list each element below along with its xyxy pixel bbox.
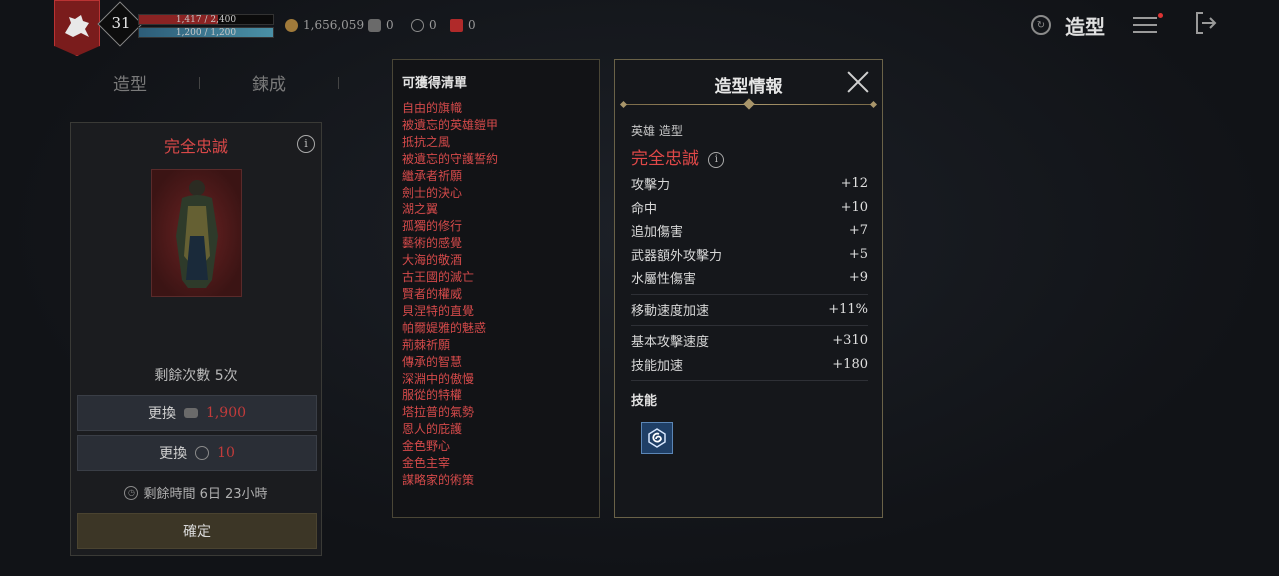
mode-label: 造型 bbox=[1065, 14, 1105, 39]
tab-divider bbox=[338, 76, 339, 89]
skill-label: 技能 bbox=[631, 394, 658, 409]
crest-currency: 0 bbox=[411, 18, 437, 32]
list-item: 古王國的滅亡 bbox=[402, 270, 475, 285]
list-item: 金色主宰 bbox=[402, 456, 451, 471]
list-item: 被遺忘的守護誓約 bbox=[402, 151, 499, 166]
list-item: 服從的特權 bbox=[402, 388, 463, 403]
exchange-button-crest[interactable]: 更換 10 bbox=[77, 435, 317, 471]
level-number: 31 bbox=[111, 14, 131, 32]
confirm-button[interactable]: 確定 bbox=[77, 513, 317, 549]
outfit-card: 完全忠誠 i 剩餘次數 5次 更換 1,900 更換 10 ◷ 剩餘時間 6日 … bbox=[70, 122, 322, 556]
divider bbox=[631, 325, 868, 326]
remaining-time-text: 剩餘時間 6日 23小時 bbox=[143, 487, 268, 502]
stat-row: 追加傷害 +7 bbox=[631, 223, 868, 241]
hp-bar: 1,417 / 2,400 bbox=[138, 14, 274, 25]
list-item: 孤獨的修行 bbox=[402, 219, 463, 234]
divider bbox=[631, 380, 868, 381]
stat-row: 命中 +10 bbox=[631, 199, 868, 217]
top-right-controls: ↻ 造型 bbox=[1031, 10, 1219, 40]
hp-text: 1,417 / 2,400 bbox=[175, 15, 237, 25]
stat-row: 武器額外攻擊力 +5 bbox=[631, 246, 868, 264]
obtainable-list: 自由的旗幟 被遺忘的英雄鎧甲 抵抗之風 被遺忘的守護誓約 繼承者祈願 劍士的決心… bbox=[402, 100, 498, 489]
gem-value: 0 bbox=[468, 18, 476, 32]
crest-token-icon bbox=[411, 18, 424, 32]
outfit-name-text: 完全忠誠 bbox=[631, 149, 699, 169]
obtainable-list-title: 可獲得清單 bbox=[402, 76, 468, 91]
remaining-uses: 剩餘次數 5次 bbox=[154, 368, 238, 384]
divider bbox=[631, 293, 868, 295]
feather-token-icon bbox=[368, 18, 381, 32]
stat-row: 攻擊力 +12 bbox=[631, 176, 868, 194]
exchange-cost: 1,900 bbox=[205, 405, 247, 421]
outfit-mode-icon[interactable]: ↻ bbox=[1031, 15, 1051, 35]
exchange-button-feather[interactable]: 更換 1,900 bbox=[77, 395, 317, 431]
list-item: 劍士的決心 bbox=[402, 185, 463, 200]
list-item: 被遺忘的英雄鎧甲 bbox=[402, 117, 499, 132]
stat-row: 基本攻擊速度 +310 bbox=[631, 333, 868, 351]
list-item: 大海的敬酒 bbox=[402, 253, 463, 268]
stat-row: 技能加速 +180 bbox=[631, 356, 868, 374]
list-item: 荊棘祈願 bbox=[402, 337, 451, 352]
tab-outfit[interactable]: 造型 bbox=[70, 70, 190, 95]
list-item: 謀略家的術策 bbox=[402, 472, 475, 487]
stat-row: 水屬性傷害 +9 bbox=[631, 270, 868, 288]
obtainable-list-panel: 可獲得清單 自由的旗幟 被遺忘的英雄鎧甲 抵抗之風 被遺忘的守護誓約 繼承者祈願… bbox=[392, 59, 600, 518]
gold-coin-icon bbox=[285, 18, 298, 32]
list-item: 深淵中的傲慢 bbox=[402, 371, 475, 386]
list-item: 繼承者祈願 bbox=[402, 168, 463, 183]
close-icon[interactable] bbox=[846, 70, 870, 94]
mp-text: 1,200 / 1,200 bbox=[175, 28, 237, 38]
info-panel-title: 造型情報 bbox=[714, 77, 783, 97]
list-item: 抵抗之風 bbox=[402, 134, 451, 149]
outfit-card-title: 完全忠誠 bbox=[163, 137, 228, 156]
stat-row: 移動速度加速 +11% bbox=[631, 301, 868, 319]
outfit-name: 完全忠誠 i bbox=[631, 144, 725, 169]
clock-icon: ◷ bbox=[124, 485, 139, 500]
feather-value: 0 bbox=[386, 18, 394, 32]
exchange-cost: 10 bbox=[217, 445, 235, 461]
gem-currency: 0 bbox=[450, 18, 476, 32]
info-icon[interactable]: i bbox=[708, 152, 725, 168]
outfit-info-panel: 造型情報 英雄 造型 完全忠誠 i 攻擊力 +12 命中 +10 追加傷害 +7 武器… bbox=[614, 59, 883, 518]
list-item: 恩人的庇護 bbox=[402, 422, 463, 437]
notification-dot bbox=[1158, 13, 1163, 18]
gold-currency: 1,656,059 bbox=[285, 18, 364, 32]
gold-value: 1,656,059 bbox=[303, 18, 365, 32]
crest-value: 0 bbox=[429, 18, 437, 32]
outfit-portrait bbox=[151, 169, 242, 297]
exit-icon[interactable] bbox=[1193, 10, 1219, 40]
list-item: 自由的旗幟 bbox=[402, 101, 463, 115]
list-item: 賢者的權威 bbox=[402, 286, 463, 301]
feather-token-icon bbox=[183, 408, 198, 418]
stats-list: 攻擊力 +12 命中 +10 追加傷害 +7 武器額外攻擊力 +5 水屬性傷害 +9 移動… bbox=[631, 172, 868, 384]
list-item: 藝術的感覺 bbox=[402, 236, 463, 251]
skill-swirl-icon[interactable] bbox=[641, 422, 673, 454]
list-item: 金色野心 bbox=[402, 439, 451, 454]
tab-divider bbox=[199, 76, 200, 89]
remaining-time: ◷ 剩餘時間 6日 23小時 bbox=[71, 483, 321, 502]
feather-currency: 0 bbox=[368, 18, 394, 32]
list-item: 貝涅特的直覺 bbox=[402, 303, 475, 318]
list-item: 湖之翼 bbox=[402, 202, 439, 217]
menu-icon[interactable] bbox=[1133, 13, 1163, 33]
outfit-category: 英雄 造型 bbox=[631, 124, 683, 138]
exchange-label: 更換 bbox=[159, 446, 188, 462]
info-icon[interactable]: i bbox=[297, 135, 315, 153]
red-gem-icon bbox=[450, 18, 463, 32]
ornamental-divider bbox=[619, 98, 878, 110]
guild-emblem-icon[interactable] bbox=[54, 0, 100, 56]
list-item: 塔拉普的氣勢 bbox=[402, 405, 475, 420]
crest-token-icon bbox=[195, 446, 210, 460]
mp-bar: 1,200 / 1,200 bbox=[138, 27, 274, 38]
tab-synthesis[interactable]: 鍊成 bbox=[209, 70, 329, 95]
list-item: 帕爾媞雅的魅惑 bbox=[402, 320, 487, 335]
exchange-label: 更換 bbox=[147, 406, 176, 422]
list-item: 傳承的智慧 bbox=[402, 354, 463, 369]
